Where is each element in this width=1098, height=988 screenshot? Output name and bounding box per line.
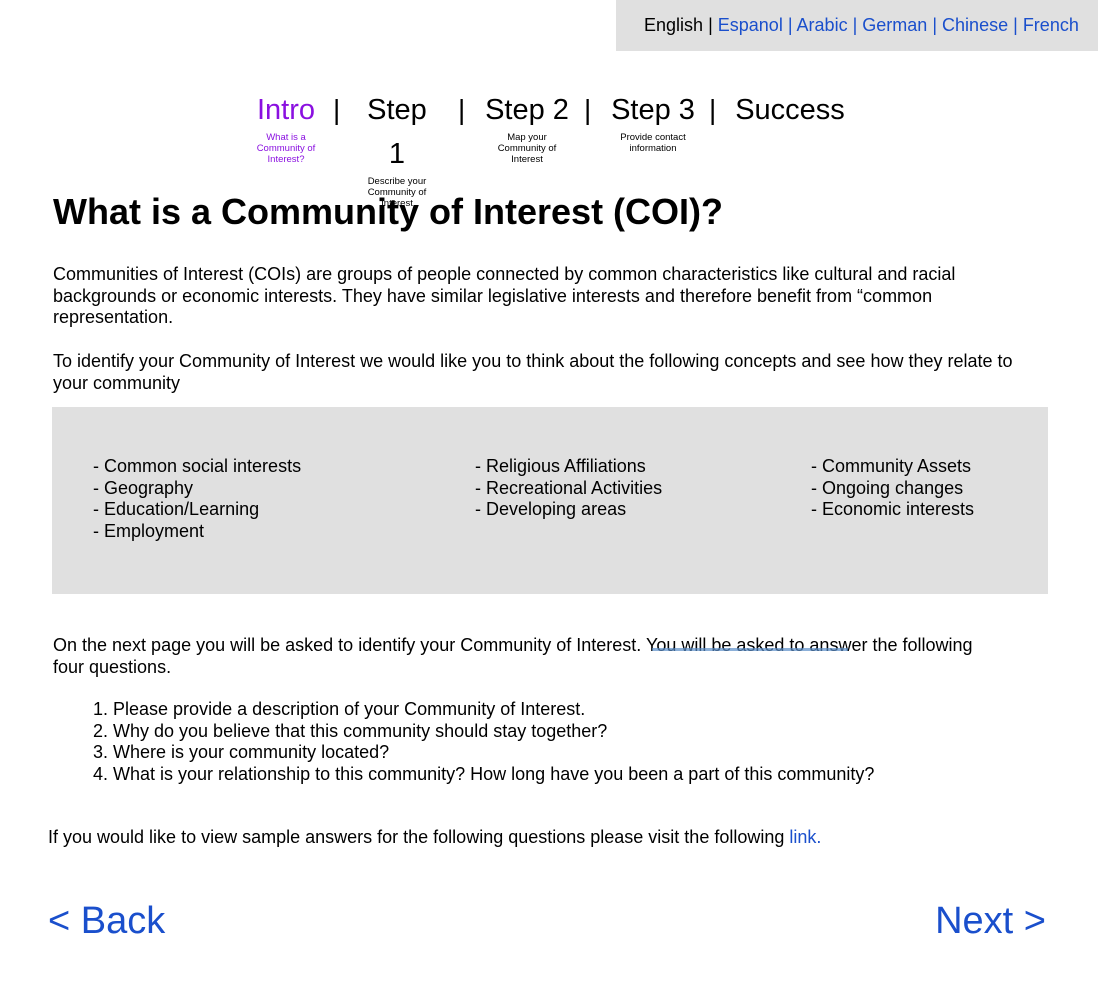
concept-item: - Common social interests <box>93 456 302 476</box>
step-divider: | <box>333 94 341 125</box>
concepts-column-2: - Religious Affiliations - Recreational … <box>475 456 662 521</box>
concept-item: - Economic interests <box>811 499 975 519</box>
step-3[interactable]: Step 3 Provide contact information <box>610 88 696 154</box>
concepts-panel: - Common social interests - Geography - … <box>52 407 1048 594</box>
concept-item: - Education/Learning <box>93 499 260 519</box>
back-button[interactable]: < Back <box>48 897 165 945</box>
concepts-column-3: - Community Assets - Ongoing changes - E… <box>811 456 974 521</box>
text-highlight-underline <box>652 648 848 651</box>
step-intro-label: Intro <box>256 94 316 126</box>
language-separator: | <box>932 15 938 35</box>
concept-item: - Recreational Activities <box>475 477 663 498</box>
language-english: English <box>644 15 704 35</box>
step-intro[interactable]: Intro What is a Community of Interest? <box>251 88 321 165</box>
step-intro-subtitle: What is a Community of Interest? <box>256 132 316 165</box>
sample-answers-text: If you would like to view sample answers… <box>48 827 790 847</box>
step-3-label: Step 3 <box>611 94 695 126</box>
next-button[interactable]: Next > <box>935 897 1046 945</box>
identify-instructions: To identify your Community of Interest w… <box>53 351 1013 393</box>
step-2[interactable]: Step 2 Map your Community of Interest <box>483 88 571 165</box>
sample-answers-link[interactable]: link. <box>789 827 821 847</box>
step-divider: | <box>458 94 466 125</box>
step-success[interactable]: Success <box>734 88 846 132</box>
coi-definition: Communities of Interest (COIs) are group… <box>53 264 956 327</box>
concept-item: - Ongoing changes <box>811 477 964 498</box>
question-item: 2. Why do you believe that this communit… <box>93 720 608 741</box>
language-separator: | <box>1013 15 1018 35</box>
language-german-link[interactable]: German <box>862 15 927 35</box>
question-list: 1. Please provide a description of your … <box>93 699 874 785</box>
concept-item: - Developing areas <box>475 499 627 519</box>
next-page-info: On the next page you will be asked to id… <box>53 635 973 677</box>
step-3-subtitle: Provide contact information <box>620 132 686 154</box>
language-chinese-link[interactable]: Chinese <box>942 15 1008 35</box>
language-espanol-link[interactable]: Espanol <box>718 15 783 35</box>
concept-item: - Employment <box>93 520 205 541</box>
language-separator: | <box>708 15 713 35</box>
language-separator: | <box>787 15 793 35</box>
concept-item: - Geography <box>93 477 194 498</box>
language-arabic-link[interactable]: Arabic <box>797 15 848 35</box>
question-item: 3. Where is your community located? <box>93 742 390 762</box>
concept-item: - Religious Affiliations <box>475 456 646 476</box>
concept-item: - Community Assets <box>811 456 972 476</box>
step-1-label: Step 1 <box>367 94 427 170</box>
page-title: What is a Community of Interest (COI)? <box>53 191 724 232</box>
step-success-label: Success <box>735 94 845 126</box>
language-bar: English | Espanol | Arabic | German | Ch… <box>616 0 1098 51</box>
concepts-column-1: - Common social interests - Geography - … <box>93 456 301 542</box>
question-item: 1. Please provide a description of your … <box>93 699 586 719</box>
language-french-link[interactable]: French <box>1023 15 1079 35</box>
step-divider: | <box>709 94 717 125</box>
step-divider: | <box>584 94 592 125</box>
question-item: 4. What is your relationship to this com… <box>93 763 875 784</box>
step-progress-nav: Intro What is a Community of Interest? |… <box>0 88 1098 209</box>
step-2-subtitle: Map your Community of Interest <box>497 132 557 165</box>
step-2-label: Step 2 <box>485 94 569 126</box>
language-separator: | <box>852 15 858 35</box>
sample-answers-line: If you would like to view sample answers… <box>48 827 821 849</box>
